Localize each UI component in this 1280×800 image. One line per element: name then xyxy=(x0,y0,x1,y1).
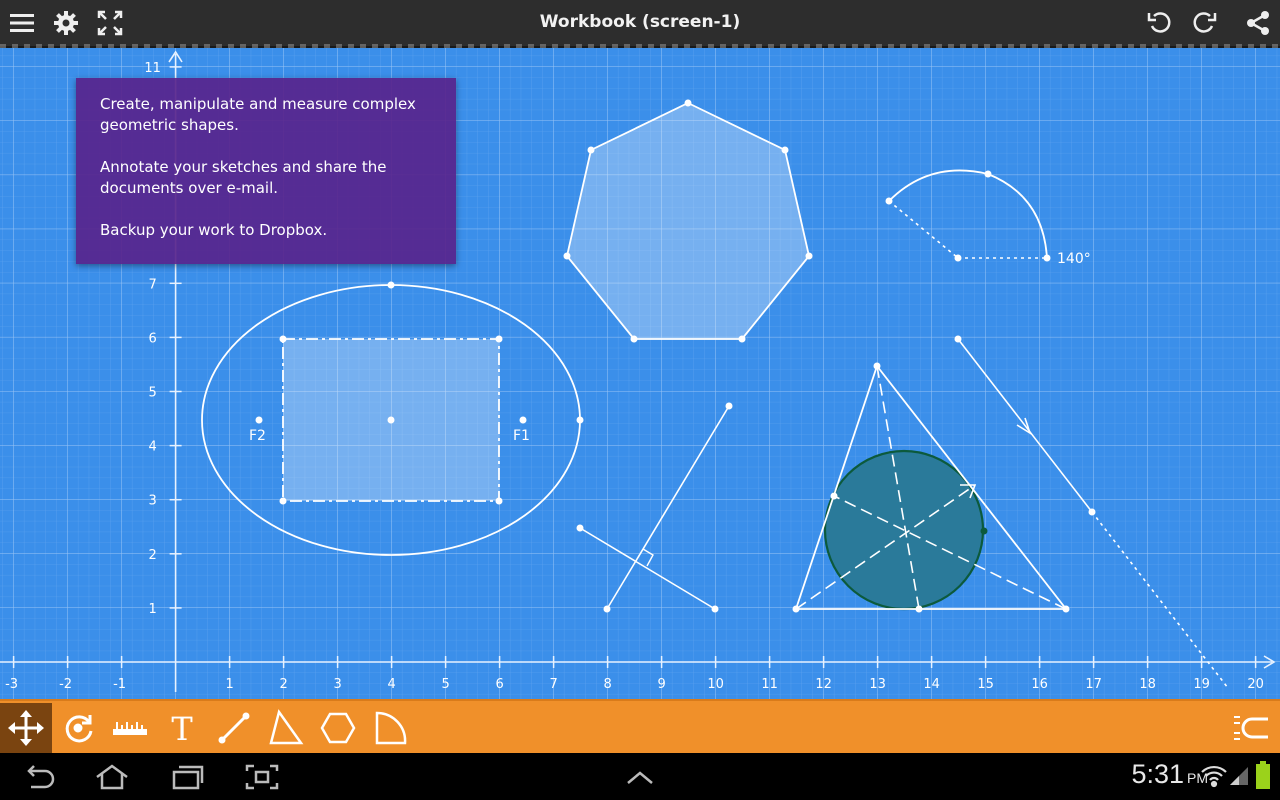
x-tick-label: 20 xyxy=(1247,677,1264,692)
polygon-tool-icon[interactable] xyxy=(312,703,364,753)
text-tool-icon[interactable]: T xyxy=(156,703,208,753)
x-tick-label: 11 xyxy=(761,677,778,692)
x-tick-label: 15 xyxy=(977,677,994,692)
wifi-icon xyxy=(1200,763,1228,789)
y-tick-label: 11 xyxy=(144,61,161,76)
x-tick-label: 2 xyxy=(279,677,287,692)
tool-palette: T xyxy=(0,699,1280,753)
x-tick-label: 6 xyxy=(495,677,503,692)
back-icon[interactable] xyxy=(15,761,63,793)
info-line-annotate: Annotate your sketches and share the doc… xyxy=(100,158,387,197)
signal-icon xyxy=(1228,765,1250,787)
battery-icon xyxy=(1256,761,1270,789)
x-tick-label: 13 xyxy=(869,677,886,692)
system-navigation-bar: 5:31 PM xyxy=(0,753,1280,800)
x-tick-label: 12 xyxy=(815,677,832,692)
rotate-tool-icon[interactable] xyxy=(52,703,104,753)
x-tick-label: 3 xyxy=(333,677,341,692)
x-tick-label: 19 xyxy=(1193,677,1210,692)
x-tick-label: 7 xyxy=(549,677,557,692)
home-icon[interactable] xyxy=(88,761,136,793)
rectangle-shape[interactable] xyxy=(279,335,503,505)
status-clock: 5:31 PM xyxy=(1131,759,1208,790)
info-line-backup: Backup your work to Dropbox. xyxy=(100,221,328,239)
page-title: Workbook (screen-1) xyxy=(539,12,741,32)
y-tick-label: 5 xyxy=(148,386,156,401)
y-tick-label: 7 xyxy=(148,277,156,292)
screenshot-icon[interactable] xyxy=(238,761,286,793)
recent-apps-icon[interactable] xyxy=(164,761,212,793)
focus-label-f2: F2 xyxy=(249,428,266,444)
x-tick-label: -2 xyxy=(59,677,72,692)
arc-tool-icon[interactable] xyxy=(364,703,416,753)
move-tool-icon[interactable] xyxy=(0,703,52,753)
y-tick-label: 6 xyxy=(148,331,156,346)
y-tick-label: 4 xyxy=(148,440,156,455)
ruler-tool-icon[interactable] xyxy=(104,703,156,753)
x-tick-label: -3 xyxy=(5,677,18,692)
info-line-shapes: Create, manipulate and measure complex g… xyxy=(100,95,416,134)
x-tick-label: 5 xyxy=(441,677,449,692)
y-tick-label: 3 xyxy=(148,494,156,509)
up-chevron-icon[interactable] xyxy=(616,761,664,793)
focus-label-f1: F1 xyxy=(513,428,530,444)
triangle-tool-icon[interactable] xyxy=(260,703,312,753)
share-icon[interactable] xyxy=(1241,6,1275,40)
x-tick-label: 9 xyxy=(657,677,665,692)
undo-icon[interactable] xyxy=(1143,6,1177,40)
angle-label: 140° xyxy=(1057,251,1091,267)
feature-info-panel: Create, manipulate and measure complex g… xyxy=(76,78,456,264)
action-bar: Workbook (screen-1) xyxy=(0,0,1280,48)
line-tool-icon[interactable] xyxy=(208,703,260,753)
redo-icon[interactable] xyxy=(1187,6,1221,40)
y-tick-label: 2 xyxy=(148,548,156,563)
x-tick-label: 4 xyxy=(387,677,395,692)
x-tick-label: 17 xyxy=(1085,677,1102,692)
x-tick-label: 1 xyxy=(225,677,233,692)
x-tick-label: 14 xyxy=(923,677,940,692)
drawing-canvas[interactable]: -3 -2 -1 1 2 3 4 5 6 7 8 9 10 11 12 13 14 15 16 17 18 19 20 12… xyxy=(0,48,1280,699)
svg-text:T: T xyxy=(171,710,193,747)
clock-time: 5:31 xyxy=(1131,759,1184,789)
x-tick-label: 18 xyxy=(1139,677,1156,692)
x-tick-label: -1 xyxy=(113,677,126,692)
x-tick-label: 16 xyxy=(1031,677,1048,692)
y-tick-label: 1 xyxy=(148,602,156,617)
x-tick-label: 8 xyxy=(603,677,611,692)
snap-magnet-icon[interactable] xyxy=(1224,703,1278,753)
x-tick-label: 10 xyxy=(707,677,724,692)
